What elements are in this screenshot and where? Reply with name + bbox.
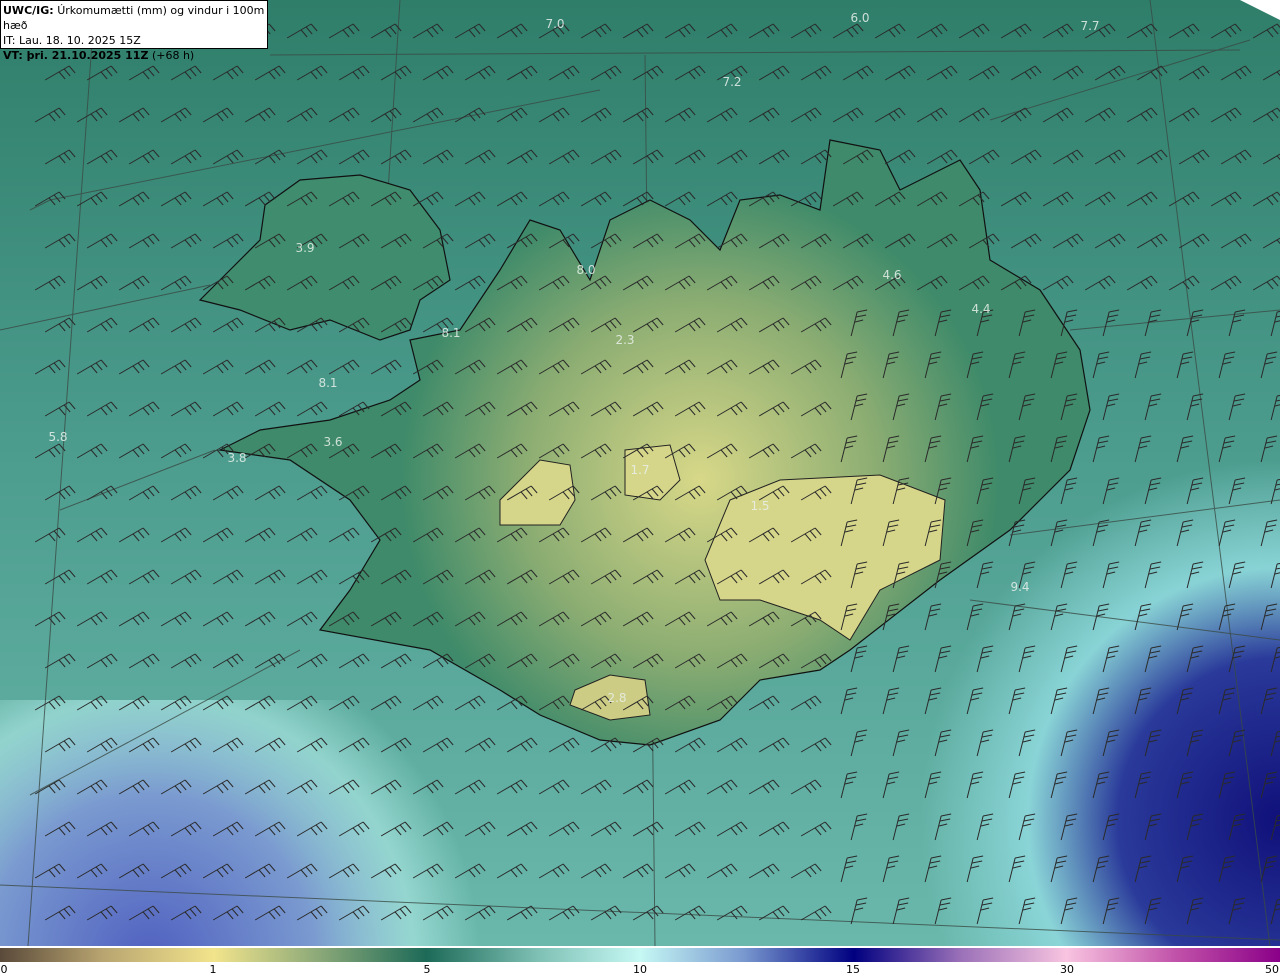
value-label: 8.0 <box>576 263 596 277</box>
value-label: 2.8 <box>607 691 627 705</box>
value-label: 8.1 <box>441 326 461 340</box>
colorbar-tick: 30 <box>1060 963 1074 976</box>
value-label: 3.8 <box>227 451 247 465</box>
colorbar-ticks: 0 1 5 10 15 30 50 <box>0 962 1280 978</box>
value-label: 7.2 <box>722 75 742 89</box>
header-title-line: UWC/IG: Úrkomumætti (mm) og vindur i 100… <box>3 3 267 33</box>
value-label: 5.8 <box>48 430 68 444</box>
valid-time-line: VT: þri. 21.10.2025 11Z (+68 h) <box>3 48 267 63</box>
colorbar-tick: 10 <box>633 963 647 976</box>
valid-time: VT: þri. 21.10.2025 11Z <box>3 49 149 62</box>
value-label: 4.6 <box>882 268 902 282</box>
value-label: 1.5 <box>750 499 770 513</box>
model-name: UWC/IG: <box>3 4 54 17</box>
value-label: 1.7 <box>630 463 650 477</box>
lead-time: (+68 h) <box>151 49 195 62</box>
value-label: 8.1 <box>318 376 338 390</box>
colorbar-tick: 50 <box>1265 963 1279 976</box>
colorbar-tick: 1 <box>209 963 217 976</box>
value-label: 2.3 <box>615 333 635 347</box>
value-label: 3.9 <box>295 241 315 255</box>
value-label: 4.4 <box>971 302 991 316</box>
colorbar-tick: 0 <box>0 963 8 976</box>
colorbar-tick: 15 <box>846 963 860 976</box>
value-label: 3.6 <box>323 435 343 449</box>
value-label: 9.4 <box>1010 580 1030 594</box>
colorbar-tick: 5 <box>423 963 431 976</box>
value-label: 7.7 <box>1080 19 1100 33</box>
issue-time: IT: Lau. 18. 10. 2025 15Z <box>3 34 141 47</box>
colorbar <box>0 948 1280 962</box>
map-header: UWC/IG: Úrkomumætti (mm) og vindur i 100… <box>0 0 268 62</box>
value-label: 7.0 <box>545 17 565 31</box>
value-label: 6.0 <box>850 11 870 25</box>
